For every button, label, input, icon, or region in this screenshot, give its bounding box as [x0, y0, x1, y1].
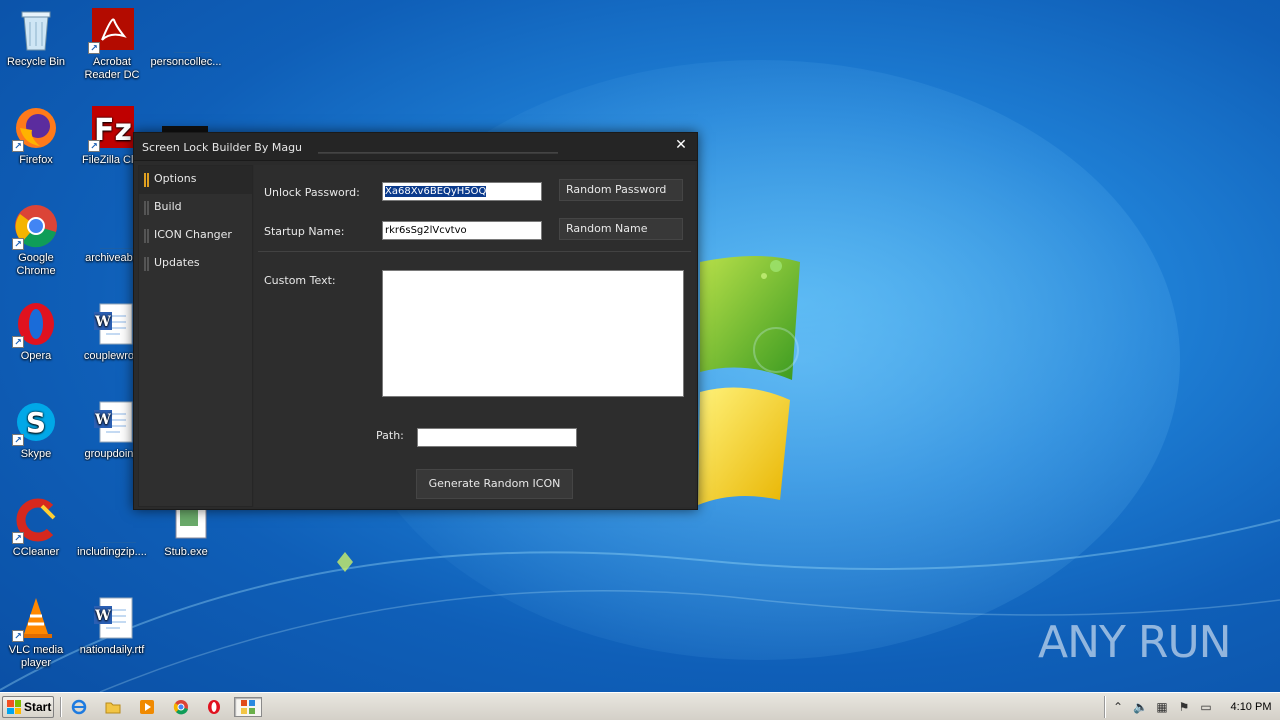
shortcut-arrow-icon: ↗ [12, 434, 24, 446]
taskbar-separator [60, 697, 62, 717]
internet-explorer-icon [71, 699, 87, 715]
opera-icon [208, 700, 220, 714]
start-label: Start [24, 700, 52, 714]
taskbar-internet-explorer[interactable] [68, 697, 90, 717]
show-hidden-icons-chevron-icon[interactable]: ⌃ [1111, 700, 1125, 714]
random-name-button[interactable]: Random Name [559, 218, 683, 240]
shortcut-arrow-icon: ↗ [12, 630, 24, 642]
sidebar-item-icon-changer[interactable]: ICON Changer [139, 222, 252, 250]
opera-icon: ↗ [12, 300, 60, 348]
desktop-icon-opera[interactable]: ↗ Opera [0, 300, 72, 363]
desktop-icon-acrobat-reader[interactable]: ↗ Acrobat Reader DC [76, 6, 148, 82]
sidebar-item-build[interactable]: Build [139, 194, 252, 222]
marker-icon [144, 229, 149, 243]
start-button[interactable]: Start [2, 696, 54, 718]
media-player-icon [140, 700, 154, 714]
chrome-icon: ↗ [12, 202, 60, 250]
desktop-icon-recycle-bin[interactable]: Recycle Bin [0, 6, 72, 69]
startup-name-input[interactable]: rkr6sSg2lVcvtvo [382, 221, 542, 240]
path-label: Path: [376, 429, 404, 442]
svg-text:W: W [94, 412, 111, 428]
sidebar-item-label: ICON Changer [154, 228, 232, 241]
network-icon[interactable]: ▦ [1155, 700, 1169, 714]
screen-lock-builder-window: Screen Lock Builder By Magu ✕ Options Bu… [133, 132, 698, 510]
taskbar-explorer[interactable] [102, 697, 124, 717]
window-title: Screen Lock Builder By Magu [142, 141, 303, 154]
blank-file-icon [88, 496, 140, 544]
svg-text:W: W [94, 608, 111, 624]
random-password-button[interactable]: Random Password [559, 179, 683, 201]
chrome-icon [173, 700, 188, 715]
taskbar-chrome[interactable] [170, 697, 192, 717]
section-divider [258, 251, 691, 252]
word-document-icon: W [88, 300, 136, 348]
sidebar-item-updates[interactable]: Updates [139, 250, 252, 278]
sidebar-item-label: Build [154, 200, 182, 213]
shortcut-arrow-icon: ↗ [88, 42, 100, 54]
sidebar-item-options[interactable]: Options [139, 166, 252, 194]
marker-icon [144, 257, 149, 271]
taskbar-media-player[interactable] [136, 697, 158, 717]
path-input[interactable] [417, 428, 577, 447]
shortcut-arrow-icon: ↗ [12, 532, 24, 544]
startup-name-value: rkr6sSg2lVcvtvo [385, 225, 467, 236]
active-marker-icon [144, 173, 149, 187]
desktop-icon-ccleaner[interactable]: ↗ CCleaner [0, 496, 72, 559]
desktop-icon-vlc[interactable]: ↗ VLC media player [0, 594, 72, 670]
close-button[interactable]: ✕ [673, 137, 689, 155]
sidebar-item-label: Updates [154, 256, 200, 269]
screen-lock-builder-icon [241, 700, 255, 714]
generate-random-icon-button[interactable]: Generate Random ICON [416, 469, 573, 499]
taskbar: Start ⌃ 🔈 ▦ ⚑ ▭ 4:10 PM [0, 692, 1280, 720]
blank-file-icon [88, 202, 140, 250]
custom-text-label: Custom Text: [264, 274, 336, 287]
options-panel: Unlock Password: Xa68Xv6BEQyH5OQ Random … [254, 165, 695, 507]
custom-text-area[interactable] [382, 270, 684, 397]
firefox-icon: ↗ [12, 104, 60, 152]
startup-name-label: Startup Name: [264, 225, 345, 238]
word-document-icon: W [88, 594, 136, 642]
tray-app-icon[interactable]: ▭ [1199, 700, 1213, 714]
sidebar-item-label: Options [154, 172, 197, 185]
action-center-flag-icon[interactable]: ⚑ [1177, 700, 1191, 714]
desktop-icon-firefox[interactable]: ↗ Firefox [0, 104, 72, 167]
blank-file-icon [162, 6, 222, 54]
acrobat-reader-icon: ↗ [88, 6, 136, 54]
unlock-password-label: Unlock Password: [264, 186, 360, 199]
watermark-text: ANY RUN [1038, 616, 1232, 668]
windows-flag-icon [7, 700, 21, 714]
explorer-folder-icon [105, 702, 121, 714]
taskbar-opera[interactable] [203, 697, 225, 717]
titlebar-decoration [318, 152, 558, 154]
word-document-icon: W [88, 398, 136, 446]
sidebar-nav: Options Build ICON Changer Updates [138, 165, 253, 507]
taskbar-screen-lock-builder[interactable] [234, 697, 262, 717]
shortcut-arrow-icon: ↗ [12, 140, 24, 152]
recycle-bin-icon [12, 6, 60, 54]
svg-text:S: S [26, 406, 46, 439]
close-icon: ✕ [675, 137, 687, 153]
desktop-icon-skype[interactable]: S ↗ Skype [0, 398, 72, 461]
shortcut-arrow-icon: ↗ [88, 140, 100, 152]
ccleaner-icon: ↗ [12, 496, 60, 544]
volume-icon[interactable]: 🔈 [1133, 700, 1148, 714]
shortcut-arrow-icon: ↗ [12, 336, 24, 348]
svg-text:W: W [94, 314, 111, 330]
unlock-password-value: Xa68Xv6BEQyH5OQ [385, 186, 487, 197]
filezilla-icon: Fz ↗ [88, 104, 136, 152]
unlock-password-input[interactable]: Xa68Xv6BEQyH5OQ [382, 182, 542, 201]
desktop-icon-personcollec[interactable]: personcollec... [150, 6, 222, 69]
shortcut-arrow-icon: ↗ [12, 238, 24, 250]
clock[interactable]: 4:10 PM [1226, 701, 1276, 713]
anyrun-watermark: ANY RUN [1038, 610, 1232, 674]
system-tray: ⌃ 🔈 ▦ ⚑ ▭ 4:10 PM [1104, 696, 1276, 718]
desktop-icon-google-chrome[interactable]: ↗ Google Chrome [0, 202, 72, 278]
window-titlebar[interactable]: Screen Lock Builder By Magu ✕ [134, 133, 697, 161]
marker-icon [144, 201, 149, 215]
skype-icon: S ↗ [12, 398, 60, 446]
desktop-icon-nationdaily[interactable]: W nationdaily.rtf [76, 594, 148, 657]
vlc-cone-icon: ↗ [12, 594, 60, 642]
